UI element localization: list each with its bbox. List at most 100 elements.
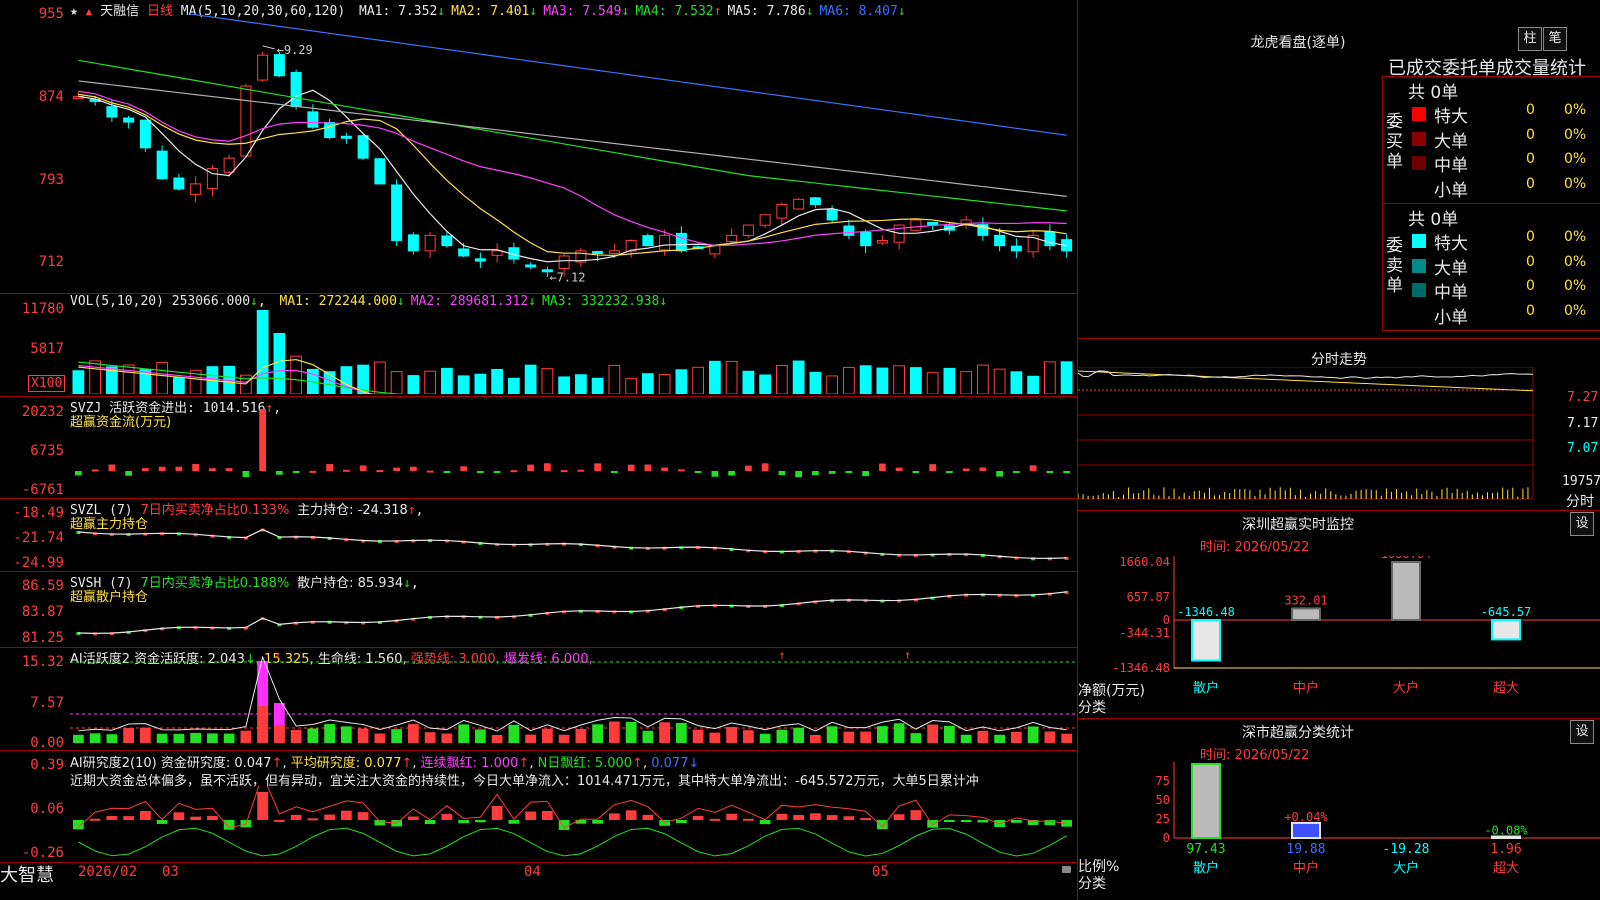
candle-body xyxy=(793,198,805,210)
classify-value-label: 97.43 xyxy=(1186,842,1225,857)
monitor-settings-button[interactable]: 设 xyxy=(1570,512,1594,536)
fund-flow-bar xyxy=(694,471,702,473)
candlestick-chart[interactable]: ←9.29 ←7.12 xyxy=(70,14,1075,292)
low-price-label: ←7.12 xyxy=(549,270,585,284)
tick-view-button[interactable]: 笔 xyxy=(1543,27,1567,51)
fund-flow-bar xyxy=(862,471,869,477)
activity-bar xyxy=(709,732,721,743)
research-bar xyxy=(207,815,218,820)
research-bar xyxy=(810,813,821,820)
fund-flow-bar xyxy=(242,471,250,477)
intraday-vol-label: 19757 xyxy=(1562,474,1600,489)
activity-bar xyxy=(341,726,352,743)
color-swatch-icon xyxy=(1412,180,1426,195)
activity-bar xyxy=(592,724,603,743)
volume-header: VOL(5,10,20) 253066.000↓, MA1: 272244.00… xyxy=(70,294,668,309)
svzj-y-tick: -6761 xyxy=(21,482,64,498)
volume-bar xyxy=(89,360,101,394)
volume-chart[interactable] xyxy=(70,310,1075,394)
classify-bar xyxy=(1291,821,1321,840)
candle-body xyxy=(927,221,939,226)
activity-bar xyxy=(676,722,687,743)
intraday-chart[interactable] xyxy=(1078,367,1600,510)
sell-row: 特大 0 0% xyxy=(1408,229,1600,254)
svsh-line xyxy=(78,591,1067,634)
research-bar xyxy=(357,812,369,820)
intraday-unit: 分时 xyxy=(1566,494,1594,510)
svzj-chart[interactable] xyxy=(70,400,1075,496)
volume-bar xyxy=(122,364,135,394)
ai-research-chart[interactable] xyxy=(70,786,1075,861)
svzl-y-tick: -24.99 xyxy=(13,555,64,571)
classify-chart[interactable]: 75 50 25 0 -0.16% 97.43 散户 +0.04% 19.88 中户 -19.28 大… xyxy=(1078,762,1600,900)
classify-category-label: 散户 xyxy=(1193,860,1219,876)
monitor-chart[interactable]: 1660.04 657.87 0-344.31 -1346.48 -1346.48 散户 3… xyxy=(1078,556,1600,726)
high-pointer xyxy=(262,45,275,50)
monitor-bar-label: 332.01 xyxy=(1284,593,1327,607)
activity-bar xyxy=(508,724,520,743)
order-pct: 0% xyxy=(1564,278,1587,294)
svsh-chart[interactable] xyxy=(70,573,1075,646)
fund-flow-bar xyxy=(678,469,685,472)
activity-bar xyxy=(843,731,855,743)
classify-y-tick: 75 xyxy=(1156,774,1170,788)
volume-bar xyxy=(859,365,872,394)
research-bar xyxy=(491,806,503,820)
monitor-y-tick: -1346.48 xyxy=(1112,661,1170,675)
ma-value-item: MA2: 289681.312 xyxy=(410,294,529,309)
candle-body xyxy=(675,232,687,252)
bar-view-button[interactable]: 柱 xyxy=(1518,27,1542,51)
activity-bar xyxy=(542,728,553,743)
dragon-title: 龙虎看盘(逐单) xyxy=(1250,35,1346,51)
ai-active-chart[interactable]: ↑ ↑ ↑ xyxy=(70,648,1075,749)
buy-row: 特大 0 0% xyxy=(1408,102,1600,127)
ai-research-y-tick: 0.06 xyxy=(30,801,64,817)
research-bar xyxy=(826,815,838,820)
classify-settings-button[interactable]: 设 xyxy=(1570,720,1594,744)
svzl-chart[interactable] xyxy=(70,500,1075,570)
monitor-category-label: 大户 xyxy=(1393,680,1419,696)
research-bar xyxy=(156,820,168,824)
candle-body xyxy=(826,208,838,221)
classify-value-label: -19.28 xyxy=(1383,842,1430,857)
volume-bar xyxy=(943,367,956,394)
candle-body xyxy=(709,245,721,255)
research-bar xyxy=(1011,820,1022,823)
vol-unit-label: X100 xyxy=(28,375,66,392)
activity-bar xyxy=(424,732,436,743)
ai-active-y-tick: 15.32 xyxy=(21,654,64,670)
order-type-label: 大单 xyxy=(1434,131,1468,152)
activity-bar xyxy=(609,721,620,743)
activity-bar xyxy=(810,734,821,743)
candle-body xyxy=(474,258,486,262)
svsh-y-tick: 81.25 xyxy=(21,630,64,646)
fund-flow-bar xyxy=(979,467,987,471)
activity-bar xyxy=(89,733,101,743)
svzj-y-tick: 20232 xyxy=(21,404,64,420)
lock-icon[interactable] xyxy=(1062,866,1071,873)
sell-row: 小单 0 0% xyxy=(1408,303,1600,328)
volume-bar xyxy=(725,360,738,394)
activity-bar xyxy=(1027,726,1039,743)
classify-divider xyxy=(1078,718,1600,719)
volume-bar xyxy=(591,377,604,394)
volume-bar xyxy=(692,366,704,394)
svsh-y-tick: 83.87 xyxy=(21,604,64,620)
ai-active-y-tick: 0.00 xyxy=(30,735,64,751)
monitor-bar xyxy=(1391,561,1421,621)
activity-bar xyxy=(357,728,369,743)
research-bar xyxy=(776,813,788,820)
volume-bar xyxy=(1027,375,1039,394)
fund-flow-bar xyxy=(895,467,903,471)
research-bar xyxy=(542,811,553,820)
monitor-category-label: 中户 xyxy=(1293,680,1319,696)
monitor-time: 时间: 2026/05/22 xyxy=(1200,540,1310,555)
order-count: 0 xyxy=(1526,253,1535,270)
volume-bar xyxy=(893,365,905,394)
activity-bar xyxy=(575,728,587,743)
activity-bar xyxy=(123,728,134,743)
buy-row: 中单 0 0% xyxy=(1408,151,1600,176)
classify-category-label: 中户 xyxy=(1293,860,1319,876)
color-swatch-icon xyxy=(1412,234,1426,248)
activity-bar xyxy=(408,724,419,743)
